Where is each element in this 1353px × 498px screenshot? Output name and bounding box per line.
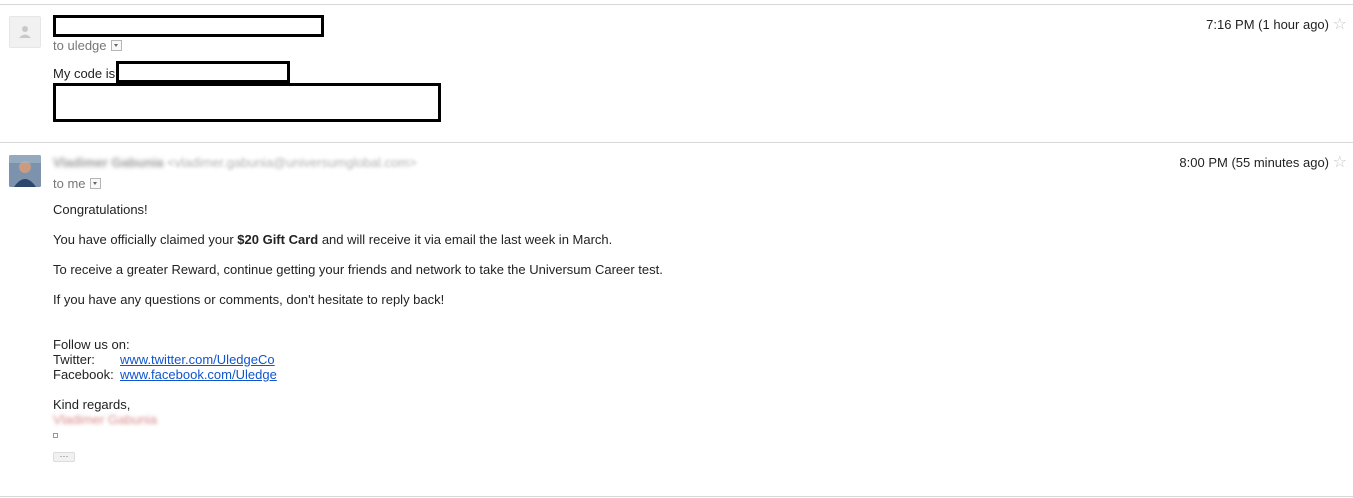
redacted-code: [116, 61, 290, 83]
image-placeholder-icon: [53, 433, 58, 438]
closing: Kind regards,: [53, 397, 131, 412]
recipient-line: to me: [53, 176, 101, 191]
twitter-row: Twitter: www.twitter.com/UledgeCo: [53, 352, 275, 367]
body-line-1-pre: You have officially claimed your: [53, 232, 238, 247]
star-icon[interactable]: ☆: [1333, 155, 1347, 171]
sender-name[interactable]: Vladimer Gabunia: [53, 155, 164, 170]
recipient-name: uledge: [67, 38, 107, 53]
profile-photo-icon: [9, 155, 41, 187]
follow-heading: Follow us on:: [53, 337, 130, 352]
body-line-3: If you have any questions or comments, d…: [53, 292, 445, 307]
facebook-link[interactable]: www.facebook.com/Uledge: [120, 367, 277, 382]
sender-line: Vladimer Gabunia <vladimer.gabunia@unive…: [53, 155, 417, 170]
greeting: Congratulations!: [53, 202, 148, 217]
code-line: My code is: [53, 66, 115, 81]
sender-avatar[interactable]: [9, 155, 41, 187]
show-trimmed-content-button[interactable]: ···: [53, 452, 75, 462]
facebook-label: Facebook:: [53, 367, 114, 382]
message-time: 8:00 PM (55 minutes ago): [1179, 155, 1329, 170]
body-line-2: To receive a greater Reward, continue ge…: [53, 262, 663, 277]
message-2: Vladimer Gabunia <vladimer.gabunia@unive…: [0, 143, 1353, 496]
sender-email: <vladimer.gabunia@universumglobal.com>: [167, 155, 417, 170]
signature-name-text: Vladimer Gabunia: [53, 412, 158, 427]
star-icon[interactable]: ☆: [1333, 17, 1347, 33]
twitter-link[interactable]: www.twitter.com/UledgeCo: [120, 352, 275, 367]
email-thread: to uledge 7:16 PM (1 hour ago) ☆ My code…: [0, 0, 1353, 498]
message-time: 7:16 PM (1 hour ago): [1206, 17, 1329, 32]
show-details-dropdown-icon[interactable]: [110, 40, 122, 51]
twitter-label: Twitter:: [53, 352, 95, 367]
code-prefix: My code is: [53, 66, 116, 81]
recipient-line: to uledge: [53, 38, 122, 53]
signature-name: Vladimer Gabunia: [53, 412, 157, 427]
redacted-block: [53, 83, 441, 122]
message-1: to uledge 7:16 PM (1 hour ago) ☆ My code…: [0, 0, 1353, 142]
redacted-sender: [53, 15, 324, 37]
body-line-1: You have officially claimed your $20 Gif…: [53, 232, 612, 247]
recipient-name: me: [67, 176, 86, 191]
body-line-1-post: and will receive it via email the last w…: [318, 232, 613, 247]
person-icon: [19, 26, 31, 38]
recipient-prefix: to: [53, 176, 64, 191]
facebook-row: Facebook: www.facebook.com/Uledge: [53, 367, 277, 382]
show-details-dropdown-icon[interactable]: [89, 178, 101, 189]
divider: [0, 496, 1353, 497]
recipient-prefix: to: [53, 38, 64, 53]
gift-card-amount: $20 Gift Card: [237, 232, 319, 247]
default-avatar[interactable]: [9, 16, 41, 48]
